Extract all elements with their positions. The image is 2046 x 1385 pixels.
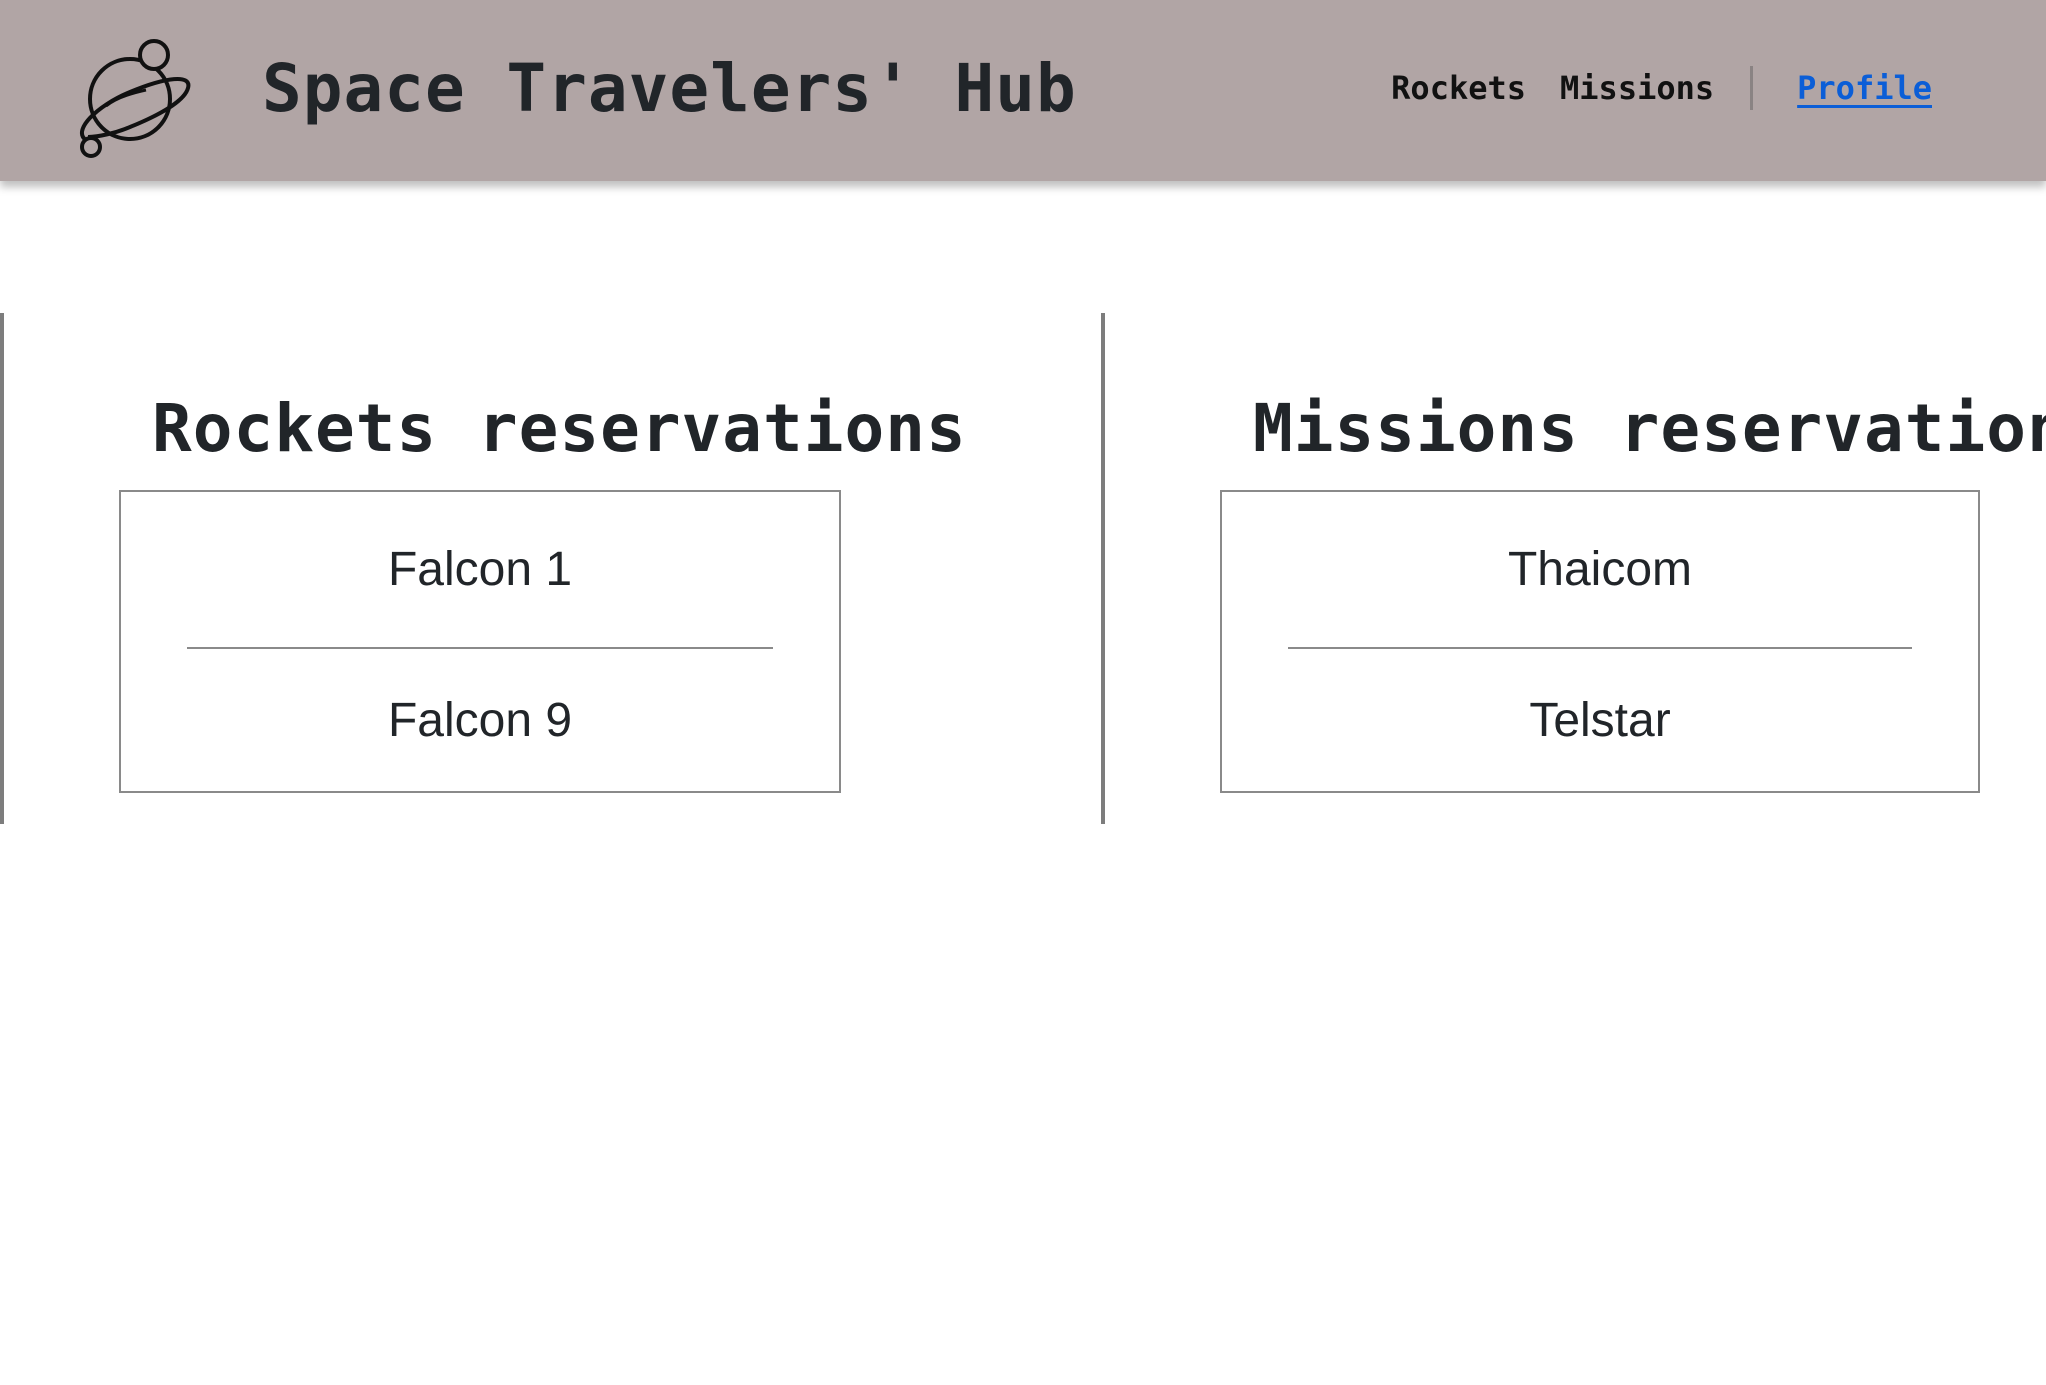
missions-reservations-title: Missions reservations <box>1253 389 2046 467</box>
missions-reservations-list: Thaicom Telstar <box>1220 490 1980 793</box>
rockets-reservations-panel: Rockets reservations Falcon 1 Falcon 9 <box>0 313 1101 824</box>
rockets-reservations-list: Falcon 1 Falcon 9 <box>119 490 841 793</box>
mission-reservation-item: Telstar <box>1288 649 1912 793</box>
rocket-reservation-item: Falcon 1 <box>187 492 773 649</box>
main-nav: Rockets Missions Profile <box>1391 66 1932 110</box>
brand-title: Space Travelers' Hub <box>262 50 1077 127</box>
nav-divider <box>1750 66 1754 110</box>
rocket-reservation-item: Falcon 9 <box>187 649 773 793</box>
app-header: Space Travelers' Hub Rockets Missions Pr… <box>0 0 2046 181</box>
planet-icon[interactable] <box>68 36 194 162</box>
rockets-reservations-title: Rockets reservations <box>152 389 967 467</box>
missions-reservations-panel: Missions reservations Thaicom Telstar <box>1101 313 2046 824</box>
nav-missions-link[interactable]: Missions <box>1560 69 1714 107</box>
nav-rockets-link[interactable]: Rockets <box>1391 69 1526 107</box>
nav-profile-link[interactable]: Profile <box>1797 69 1932 107</box>
mission-reservation-item: Thaicom <box>1288 492 1912 649</box>
